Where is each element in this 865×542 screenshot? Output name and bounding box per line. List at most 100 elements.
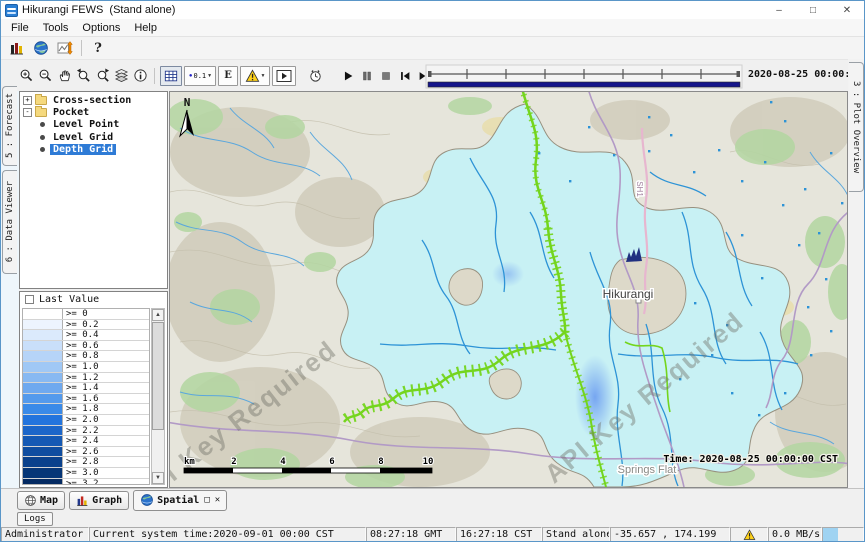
legend-row-label: >= 0	[63, 309, 149, 319]
legend-row[interactable]: >= 1.2	[23, 373, 149, 384]
time-step-button[interactable]	[306, 66, 325, 86]
warning-dropdown[interactable]: ▼	[240, 66, 270, 86]
zoom-next-button[interactable]	[93, 66, 112, 86]
time-slider[interactable]	[425, 64, 743, 89]
legend-row[interactable]: >= 3.0	[23, 468, 149, 479]
tree-item-label: Pocket	[50, 107, 92, 118]
tree-item[interactable]: - Pocket	[20, 106, 167, 118]
legend-color-swatch	[23, 394, 63, 404]
map-viewport[interactable]: API Key Required API Key Required Hikura…	[169, 91, 848, 488]
tab-data-viewer[interactable]: 6 : Data Viewer	[2, 170, 17, 274]
database-viewer-button[interactable]	[5, 38, 29, 58]
status-warning-cell[interactable]	[730, 527, 768, 542]
step-backward-icon	[398, 69, 412, 83]
zoom-out-button[interactable]	[36, 66, 55, 86]
legend-color-swatch	[23, 479, 63, 486]
labels-toggle-button[interactable]: E	[218, 66, 238, 86]
minimize-button[interactable]: –	[762, 1, 796, 19]
menu-item[interactable]: File	[4, 21, 36, 35]
play-button[interactable]	[338, 66, 357, 86]
info-button[interactable]	[131, 66, 150, 86]
tree-item[interactable]: Level Point	[20, 119, 167, 131]
legend-row[interactable]: >= 2.6	[23, 447, 149, 458]
last-value-checkbox[interactable]	[25, 295, 34, 304]
tree-item[interactable]: Depth Grid	[20, 144, 167, 156]
step-backward-button[interactable]	[395, 66, 414, 86]
logs-button[interactable]: Logs	[17, 512, 53, 526]
tab-spatial[interactable]: Spatial □ ✕	[133, 490, 227, 511]
help-button[interactable]: ?	[86, 38, 110, 58]
tab-graph[interactable]: Graph	[69, 491, 129, 510]
folder-icon	[35, 96, 47, 105]
tree-toggle-icon[interactable]: +	[23, 96, 32, 105]
tab-plot-overview[interactable]: 3 : Plot Overview	[849, 62, 864, 192]
menu-item[interactable]: Tools	[36, 21, 76, 35]
toolbar-separator	[154, 68, 155, 84]
legend-row[interactable]: >= 0.6	[23, 341, 149, 352]
legend-row[interactable]: >= 1.6	[23, 394, 149, 405]
legend-row[interactable]: >= 0.4	[23, 330, 149, 341]
scroll-up-icon[interactable]: ▲	[152, 309, 164, 321]
movie-icon	[276, 69, 292, 83]
town-label: Hikurangi	[603, 287, 654, 301]
bar-chart-icon	[9, 40, 25, 56]
legend-row[interactable]: >= 1.0	[23, 362, 149, 373]
bullet-icon	[40, 135, 45, 140]
time-slider-track	[425, 64, 743, 89]
menu-item[interactable]: Help	[127, 21, 164, 35]
legend-row-label: >= 0.8	[63, 351, 149, 361]
legend-color-swatch	[23, 436, 63, 446]
timer-icon	[308, 68, 323, 83]
tab-forecast[interactable]: 5 : Forecast	[2, 86, 17, 166]
legend-color-swatch	[23, 447, 63, 457]
tab-map[interactable]: Map	[17, 491, 65, 510]
legend-row[interactable]: >= 0.2	[23, 320, 149, 331]
fews-logo-icon	[5, 4, 18, 17]
bar-chart-icon	[76, 494, 89, 507]
stop-icon	[379, 69, 393, 83]
application-window: Hikurangi FEWS (Stand alone) – □ ✕ FileT…	[0, 0, 865, 542]
pan-button[interactable]	[55, 66, 74, 86]
tree-item-label: Level Point	[50, 119, 122, 130]
maximize-button[interactable]: □	[796, 1, 830, 19]
tree-item[interactable]: + Cross-section	[20, 94, 167, 106]
stop-button[interactable]	[376, 66, 395, 86]
scroll-down-icon[interactable]: ▼	[152, 472, 164, 484]
legend-scrollbar[interactable]: ▲ ▼	[151, 308, 165, 485]
tree-toggle-icon[interactable]: -	[23, 108, 32, 117]
menu-item[interactable]: Options	[75, 21, 127, 35]
legend-row[interactable]: >= 3.2	[23, 479, 149, 486]
legend-row[interactable]: >= 2.4	[23, 436, 149, 447]
wire-globe-icon	[24, 494, 37, 507]
grid-display-button[interactable]	[160, 66, 182, 86]
pause-icon	[360, 69, 374, 83]
legend-row[interactable]: >= 0	[23, 309, 149, 320]
legend-row-label: >= 2.0	[63, 415, 149, 425]
map-toolbar: ● 0.1 ▼ E ▼	[1, 59, 848, 91]
restore-tab-button[interactable]: □	[204, 495, 209, 505]
spatial-display-button[interactable]	[53, 38, 77, 58]
value-threshold-dropdown[interactable]: ● 0.1 ▼	[184, 66, 216, 86]
tree-item[interactable]: Level Grid	[20, 131, 167, 143]
warning-icon	[743, 529, 756, 541]
legend-row[interactable]: >= 2.8	[23, 457, 149, 468]
legend-color-swatch	[23, 404, 63, 414]
map-display-button[interactable]	[29, 38, 53, 58]
legend-row[interactable]: >= 1.8	[23, 404, 149, 415]
tab-spatial-label: Spatial	[157, 495, 199, 506]
movie-export-button[interactable]	[272, 66, 296, 86]
close-button[interactable]: ✕	[830, 1, 864, 19]
layers-button[interactable]	[112, 66, 131, 86]
zoom-previous-button[interactable]	[74, 66, 93, 86]
legend-row[interactable]: >= 2.0	[23, 415, 149, 426]
pause-button[interactable]	[357, 66, 376, 86]
legend-row[interactable]: >= 2.2	[23, 426, 149, 437]
legend-row-label: >= 1.6	[63, 394, 149, 404]
legend-row[interactable]: >= 0.8	[23, 351, 149, 362]
close-tab-button[interactable]: ✕	[215, 495, 220, 505]
status-mode: Stand alone	[542, 527, 610, 542]
zoom-in-button[interactable]	[17, 66, 36, 86]
title-bar: Hikurangi FEWS (Stand alone) – □ ✕	[1, 1, 864, 19]
legend-row[interactable]: >= 1.4	[23, 383, 149, 394]
scroll-thumb[interactable]	[152, 322, 164, 430]
